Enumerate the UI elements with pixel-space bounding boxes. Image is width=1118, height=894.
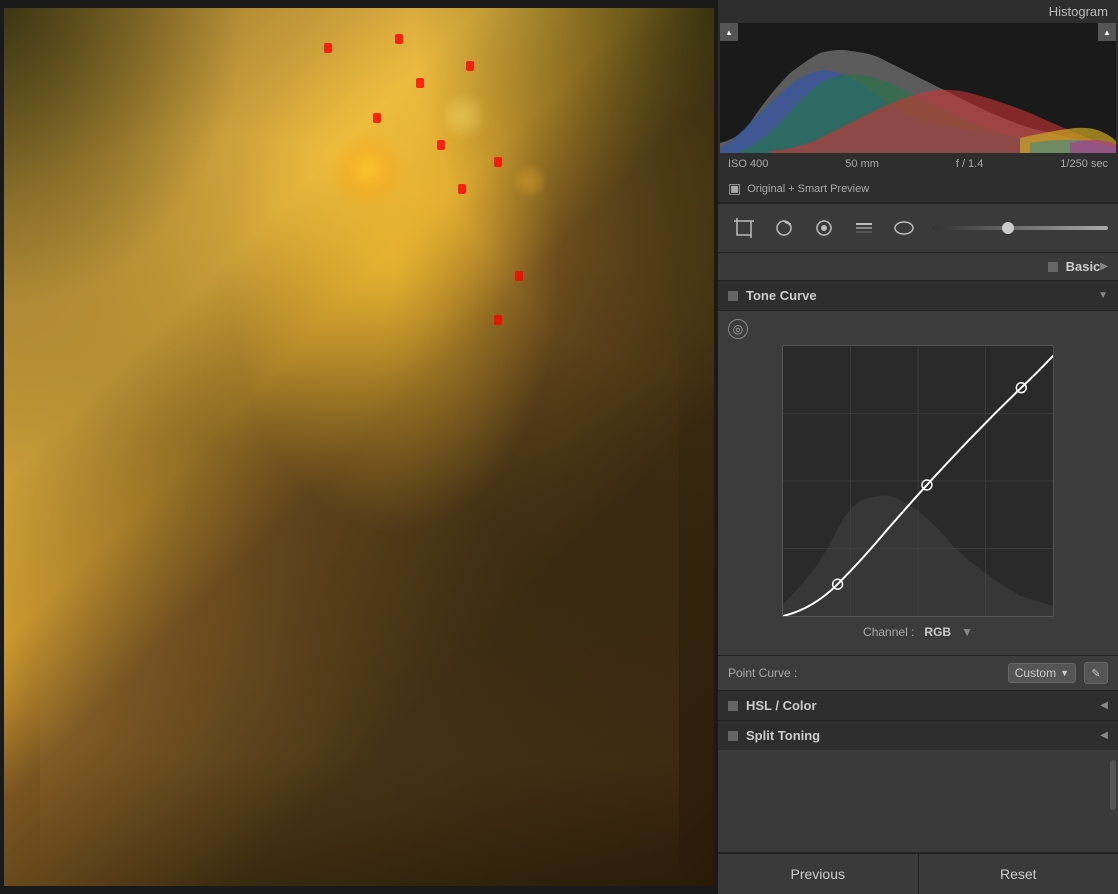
histogram-shadow-clip-btn[interactable]: ▲ <box>720 23 738 41</box>
tree-dark-left <box>4 8 288 359</box>
exif-iso: ISO 400 <box>728 158 768 170</box>
target-icon: ◎ <box>733 322 743 336</box>
spot-removal-icon <box>773 217 795 239</box>
basic-collapse-indicator <box>1048 262 1058 272</box>
scroll-area <box>718 750 1118 852</box>
hsl-panel-title: HSL / Color <box>746 698 817 713</box>
spot-removal-btn[interactable] <box>768 212 800 244</box>
basic-panel-header[interactable]: Basic ▶ <box>718 253 1118 281</box>
clip-dot-6 <box>437 140 445 150</box>
curve-graph[interactable] <box>782 345 1054 617</box>
channel-value[interactable]: RGB <box>924 625 951 639</box>
tone-curve-content: ◎ <box>718 311 1118 655</box>
point-curve-dropdown[interactable]: Custom ▼ <box>1008 663 1076 683</box>
histogram-canvas: ▲ ▲ <box>720 23 1116 153</box>
tool-slider[interactable] <box>932 226 1108 230</box>
clip-dot-2 <box>395 34 403 44</box>
crop-icon <box>733 217 755 239</box>
clip-dot-3 <box>466 61 474 71</box>
tone-curve-title: Tone Curve <box>746 288 817 303</box>
split-toning-collapse-indicator <box>728 731 738 741</box>
point-curve-label: Point Curve : <box>728 666 797 680</box>
clip-dot-7 <box>458 184 466 194</box>
basic-panel-title: Basic <box>1066 259 1101 274</box>
red-eye-btn[interactable] <box>808 212 840 244</box>
hsl-arrow: ◀ <box>1100 700 1108 711</box>
tone-curve-section: Tone Curve ▼ ◎ <box>718 281 1118 690</box>
clip-dot-5 <box>373 113 381 123</box>
tone-curve-collapse-indicator <box>728 291 738 301</box>
clip-dot-1 <box>324 43 332 53</box>
dropdown-arrow-icon: ▼ <box>1060 668 1069 678</box>
image-panel <box>0 0 718 894</box>
channel-label: Channel : <box>863 625 914 639</box>
split-toning-arrow: ◀ <box>1100 730 1108 741</box>
point-curve-row: Point Curve : Custom ▼ ✎ <box>718 655 1118 690</box>
hsl-collapse-indicator <box>728 701 738 711</box>
tool-slider-container <box>932 226 1108 230</box>
exif-aperture: f / 1.4 <box>956 158 984 170</box>
clip-dot-8 <box>494 157 502 167</box>
histogram-header: Histogram <box>718 0 1118 23</box>
clip-dot-10 <box>494 315 502 325</box>
channel-row: Channel : RGB ▼ <box>728 617 1108 647</box>
hsl-color-panel-header[interactable]: HSL / Color ◀ <box>718 690 1118 720</box>
histogram-highlight-clip-btn[interactable]: ▲ <box>1098 23 1116 41</box>
exif-focal: 50 mm <box>845 158 879 170</box>
tone-curve-header[interactable]: Tone Curve ▼ <box>718 281 1118 311</box>
tree-dark-right <box>359 8 714 447</box>
point-curve-value: Custom <box>1015 666 1056 680</box>
histogram-svg <box>720 23 1116 153</box>
smart-preview-label: Original + Smart Preview <box>747 183 869 195</box>
graduated-filter-btn[interactable] <box>848 212 880 244</box>
bottom-buttons: Previous Reset <box>718 852 1118 894</box>
pencil-btn[interactable]: ✎ <box>1084 662 1108 684</box>
red-eye-icon <box>813 217 835 239</box>
photo-background <box>4 8 714 886</box>
radial-filter-icon <box>893 217 915 239</box>
split-toning-title: Split Toning <box>746 728 820 743</box>
photo-container <box>4 8 714 886</box>
pencil-icon: ✎ <box>1091 667 1100 680</box>
clip-dot-4 <box>416 78 424 88</box>
crop-tool-btn[interactable] <box>728 212 760 244</box>
histogram-title: Histogram <box>1049 4 1108 19</box>
tools-row <box>718 204 1118 253</box>
basic-expand-arrow: ▶ <box>1100 261 1108 272</box>
split-toning-panel-header[interactable]: Split Toning ◀ <box>718 720 1118 750</box>
histogram-section: Histogram ▲ ▲ <box>718 0 1118 204</box>
smart-preview-bar: ▣ Original + Smart Preview <box>718 175 1118 203</box>
right-panel: Histogram ▲ ▲ <box>718 0 1118 894</box>
exif-bar: ISO 400 50 mm f / 1.4 1/250 sec <box>718 153 1118 175</box>
scrollbar-thumb[interactable] <box>1110 760 1116 810</box>
reset-button[interactable]: Reset <box>919 854 1118 894</box>
curve-svg <box>783 346 1053 616</box>
exif-shutter: 1/250 sec <box>1060 158 1108 170</box>
channel-dropdown-arrow[interactable]: ▼ <box>961 625 973 639</box>
radial-filter-btn[interactable] <box>888 212 920 244</box>
tone-curve-arrow: ▼ <box>1098 290 1108 301</box>
tool-slider-thumb[interactable] <box>1002 222 1014 234</box>
graduated-filter-icon <box>853 217 875 239</box>
clip-dot-9 <box>515 271 523 281</box>
curve-target-btn[interactable]: ◎ <box>728 319 748 339</box>
monitor-icon: ▣ <box>728 180 741 197</box>
previous-button[interactable]: Previous <box>718 854 919 894</box>
